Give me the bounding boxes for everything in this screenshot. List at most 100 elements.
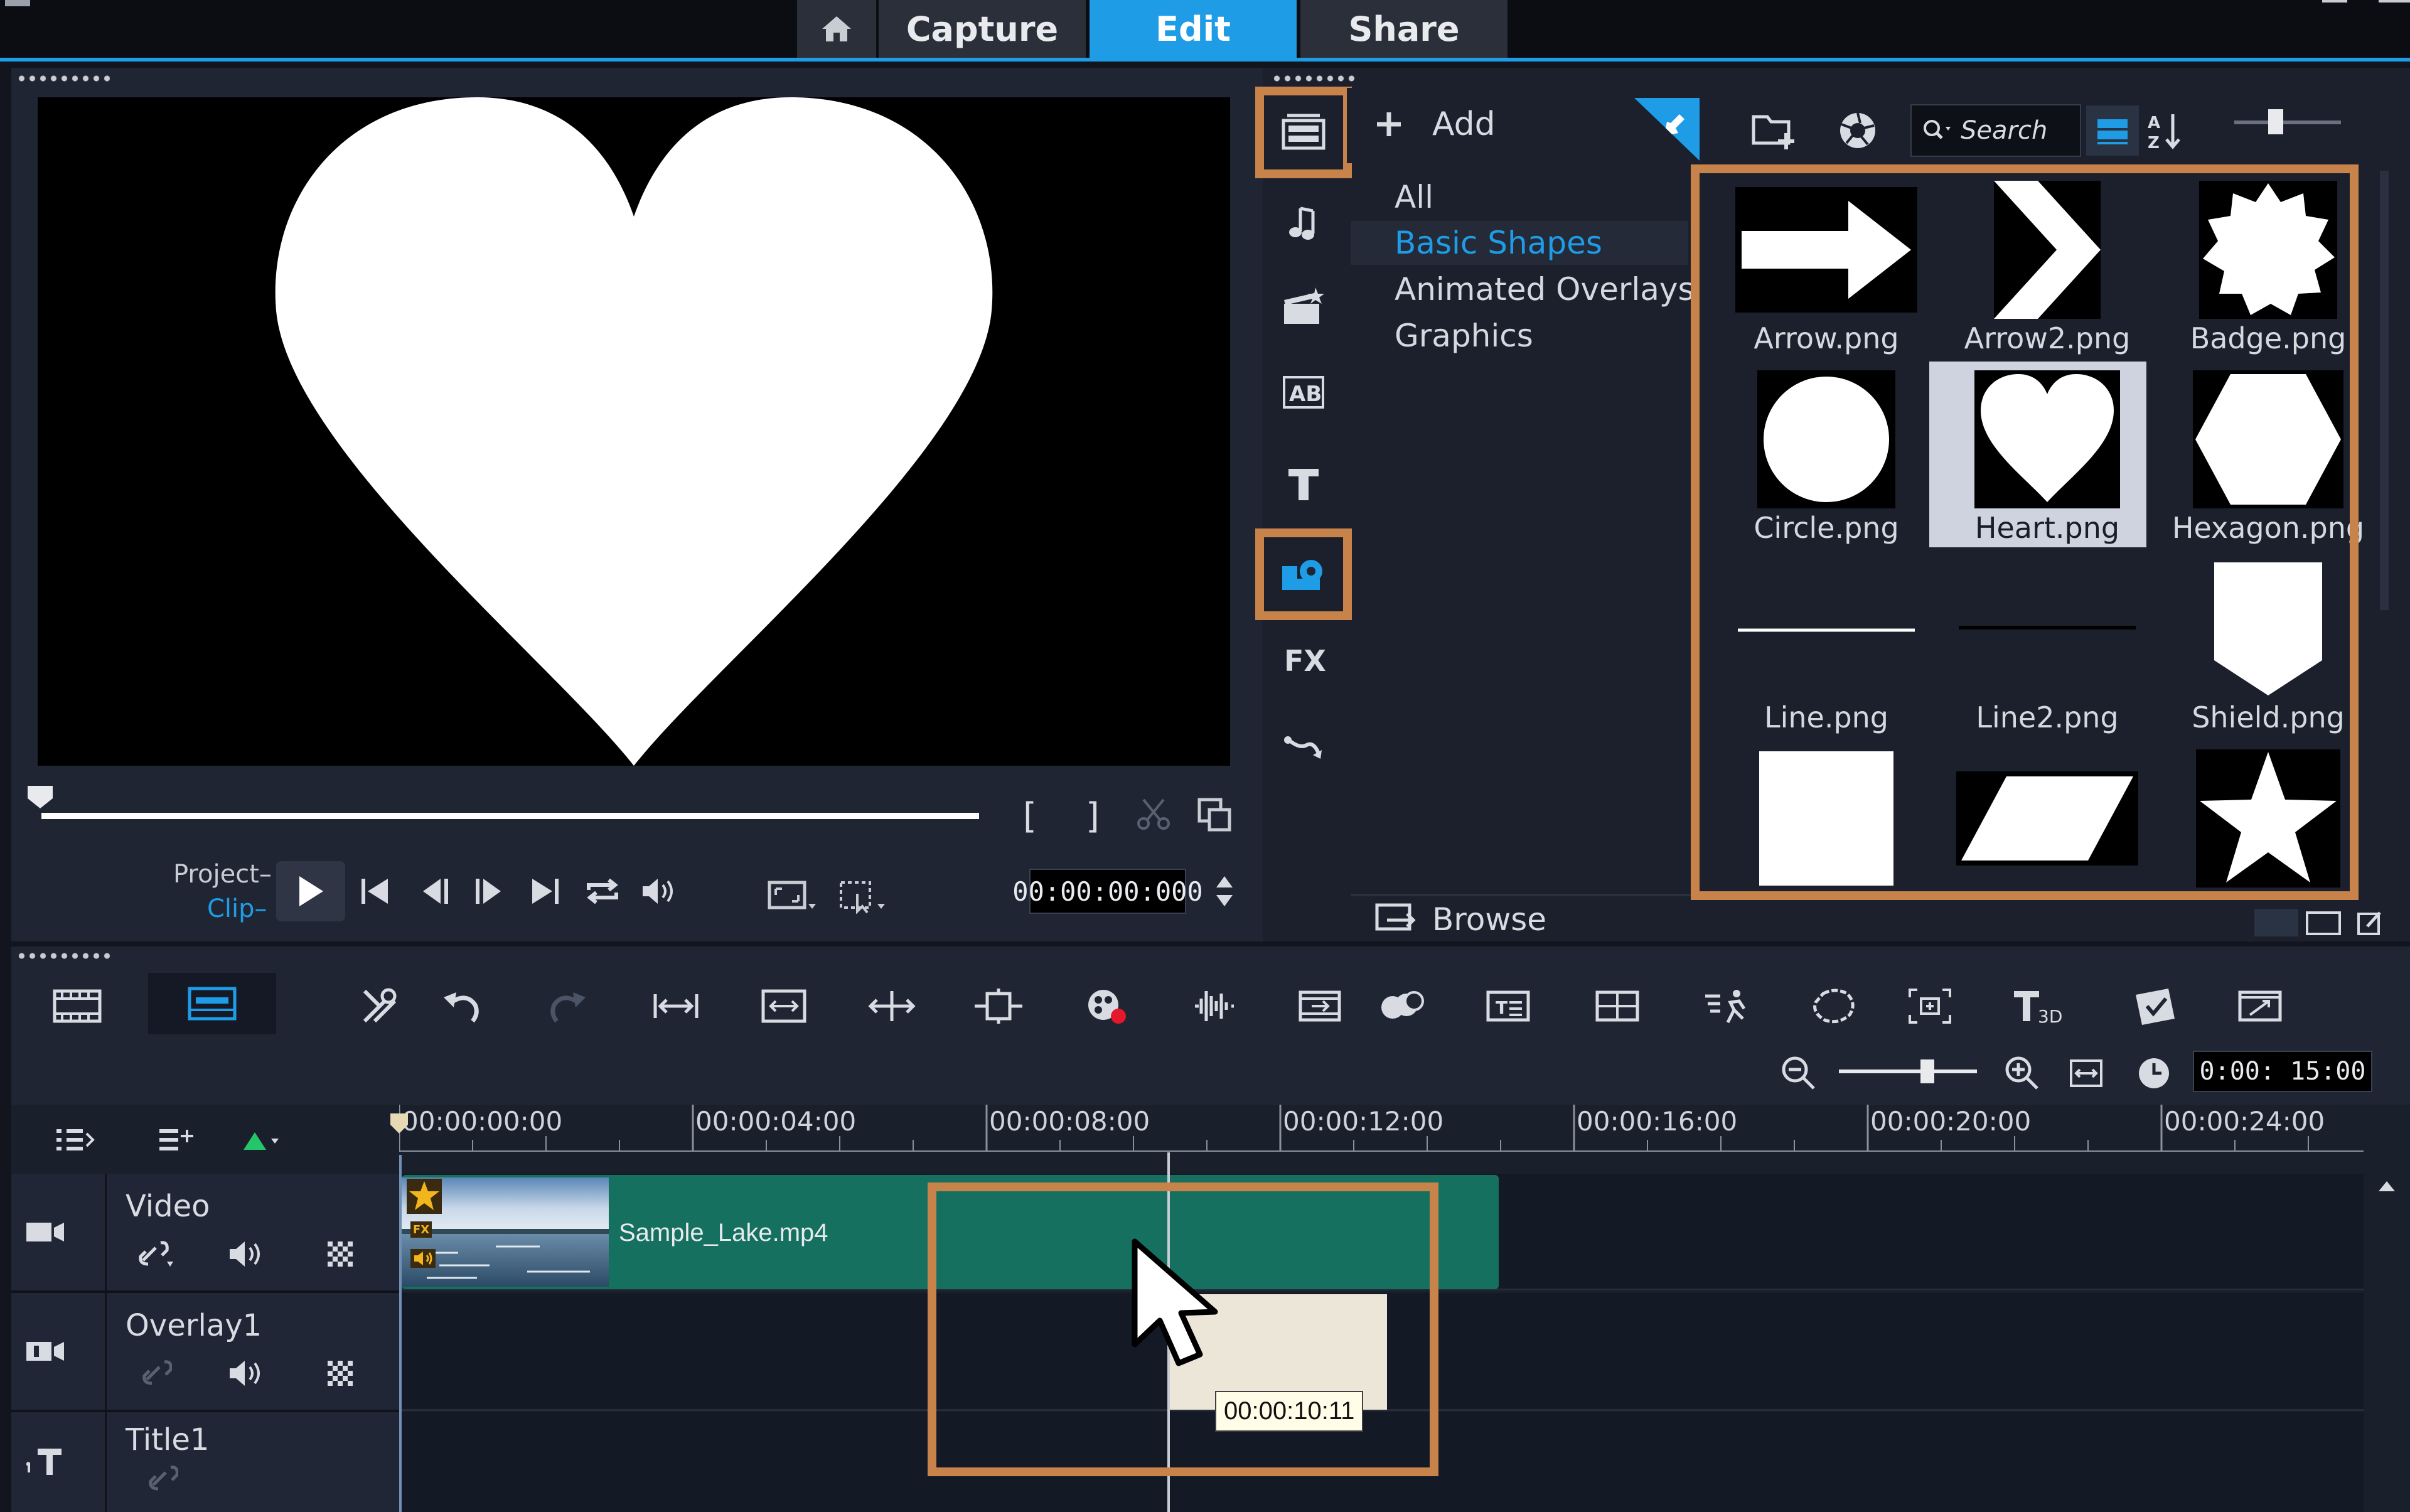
category-animated-overlays[interactable]: Animated Overlays xyxy=(1395,271,1695,308)
scrubber-handle[interactable] xyxy=(26,785,54,810)
capture-tab[interactable]: Capture xyxy=(879,0,1086,58)
overlay-camera-icon[interactable] xyxy=(24,1338,67,1365)
project-mode-label[interactable]: Project– xyxy=(173,860,272,889)
fit-timeline-icon[interactable] xyxy=(2069,1057,2104,1090)
media-library-button[interactable] xyxy=(1255,87,1352,178)
go-to-end-icon[interactable] xyxy=(528,876,564,906)
zoom-slider[interactable] xyxy=(1839,1070,1977,1073)
close-icon[interactable] xyxy=(2379,0,2410,3)
transition-button[interactable]: AB xyxy=(1255,351,1352,433)
scissors-icon[interactable] xyxy=(1135,796,1172,834)
new-folder-icon[interactable] xyxy=(1751,110,1797,151)
timecode-stepper[interactable] xyxy=(1214,871,1235,911)
share-tab[interactable]: Share xyxy=(1300,0,1508,58)
link-icon[interactable] xyxy=(141,1358,172,1388)
tools-icon[interactable] xyxy=(345,972,414,1041)
fit-project-icon[interactable] xyxy=(641,972,710,1041)
timeline-view-button[interactable] xyxy=(148,973,276,1034)
zoom-slider-handle[interactable] xyxy=(1920,1059,1934,1083)
zoom-out-icon[interactable] xyxy=(1780,1054,1818,1092)
add-track-icon[interactable] xyxy=(157,1127,195,1155)
subtitle-editor-icon[interactable]: T xyxy=(1474,972,1543,1041)
title-button[interactable] xyxy=(1255,443,1352,525)
sort-icon[interactable]: AZ xyxy=(2146,110,2184,151)
thumbnail-size-handle[interactable] xyxy=(2268,109,2283,134)
instant-project-button[interactable] xyxy=(1255,266,1352,348)
path-button[interactable] xyxy=(1255,707,1352,788)
project-duration-display[interactable]: 0:00: 15:00 xyxy=(2193,1051,2372,1092)
storyboard-view-icon[interactable] xyxy=(43,972,112,1041)
mark-out-button[interactable]: ] xyxy=(1086,796,1100,837)
category-graphics[interactable]: Graphics xyxy=(1395,318,1533,354)
playhead-marker[interactable] xyxy=(388,1112,410,1135)
mask-creator-icon[interactable] xyxy=(1368,972,1437,1041)
search-input[interactable]: Search xyxy=(1910,104,2081,157)
shutter-icon[interactable] xyxy=(1838,110,1878,151)
video-camera-icon[interactable] xyxy=(24,1219,67,1245)
go-to-start-icon[interactable] xyxy=(358,876,393,906)
title-track-icon[interactable] xyxy=(26,1444,68,1479)
add-button[interactable]: Add xyxy=(1432,105,1496,143)
pin-panel-icon[interactable] xyxy=(1634,98,1700,161)
multi-camera-icon[interactable] xyxy=(1583,972,1652,1041)
add-icon[interactable] xyxy=(1374,110,1403,139)
library-view-button[interactable] xyxy=(2254,909,2298,936)
transparency-icon[interactable] xyxy=(325,1358,353,1386)
aspect-ratio-icon[interactable] xyxy=(767,879,823,914)
smart-proxy-icon[interactable] xyxy=(749,972,818,1041)
home-tab[interactable] xyxy=(797,0,876,58)
graphics-button[interactable] xyxy=(1255,528,1352,620)
mute-audio-icon[interactable] xyxy=(227,1239,265,1269)
split-trim-icon[interactable] xyxy=(857,972,926,1041)
split-view-icon[interactable] xyxy=(2306,911,2341,935)
screen-capture-icon[interactable] xyxy=(2225,972,2295,1041)
edit-icon[interactable] xyxy=(2356,910,2384,936)
mask-shape-icon[interactable] xyxy=(1800,972,1869,1041)
resize-clip-icon[interactable] xyxy=(964,972,1033,1041)
auto-music-icon[interactable] xyxy=(1179,972,1248,1041)
selection-tool-icon[interactable] xyxy=(838,879,895,914)
thumbnail-view-button[interactable] xyxy=(2086,105,2139,156)
library-scrollbar[interactable] xyxy=(2380,171,2389,610)
timeline-grip[interactable] xyxy=(16,953,110,959)
library-grip[interactable] xyxy=(1272,75,1359,82)
minimize-icon[interactable] xyxy=(2322,0,2347,3)
zoom-in-icon[interactable] xyxy=(2003,1054,2041,1092)
clip-mode-label[interactable]: Clip– xyxy=(207,894,267,923)
filter-button[interactable]: FX xyxy=(1255,619,1352,700)
timeline-scrollbar[interactable] xyxy=(2364,1155,2410,1512)
copy-snapshot-icon[interactable] xyxy=(1196,796,1233,834)
link-icon[interactable] xyxy=(137,1239,177,1269)
stop-motion-icon[interactable] xyxy=(2121,972,2190,1041)
time-remapping-icon[interactable] xyxy=(1692,972,1761,1041)
scrubber-track[interactable] xyxy=(41,813,979,819)
scroll-up-icon[interactable] xyxy=(2377,1179,2396,1193)
transparency-icon[interactable] xyxy=(325,1239,353,1267)
audio-library-button[interactable] xyxy=(1255,182,1352,264)
next-frame-icon[interactable] xyxy=(471,876,506,906)
redo-icon[interactable] xyxy=(533,972,602,1041)
browse-button[interactable]: Browse xyxy=(1432,901,1546,938)
3d-title-icon[interactable]: 3D xyxy=(2002,972,2071,1041)
category-basic-shapes[interactable]: Basic Shapes xyxy=(1395,225,1602,261)
play-button[interactable] xyxy=(276,861,345,921)
repeat-icon[interactable] xyxy=(584,876,621,906)
record-capture-icon[interactable] xyxy=(1072,972,1141,1041)
volume-icon[interactable] xyxy=(640,876,678,906)
mute-audio-icon[interactable] xyxy=(227,1358,265,1388)
clock-icon[interactable] xyxy=(2136,1056,2172,1091)
motion-tracking-icon[interactable] xyxy=(1285,972,1354,1041)
edit-tab[interactable]: Edit xyxy=(1090,0,1297,58)
category-all[interactable]: All xyxy=(1395,179,1433,215)
pan-zoom-icon[interactable] xyxy=(1895,972,1964,1041)
browse-icon[interactable] xyxy=(1374,901,1418,936)
track-manager-icon[interactable] xyxy=(54,1127,95,1155)
previous-frame-icon[interactable] xyxy=(419,876,454,906)
timecode-display[interactable]: 00:00:00:000 xyxy=(1012,869,1203,914)
ripple-editing-icon[interactable] xyxy=(241,1127,282,1155)
undo-icon[interactable] xyxy=(427,972,496,1041)
thumbnail-size-slider[interactable] xyxy=(2234,121,2341,124)
player-grip[interactable] xyxy=(16,75,110,82)
link-icon[interactable] xyxy=(147,1464,178,1494)
mark-in-button[interactable]: [ xyxy=(1023,796,1037,837)
